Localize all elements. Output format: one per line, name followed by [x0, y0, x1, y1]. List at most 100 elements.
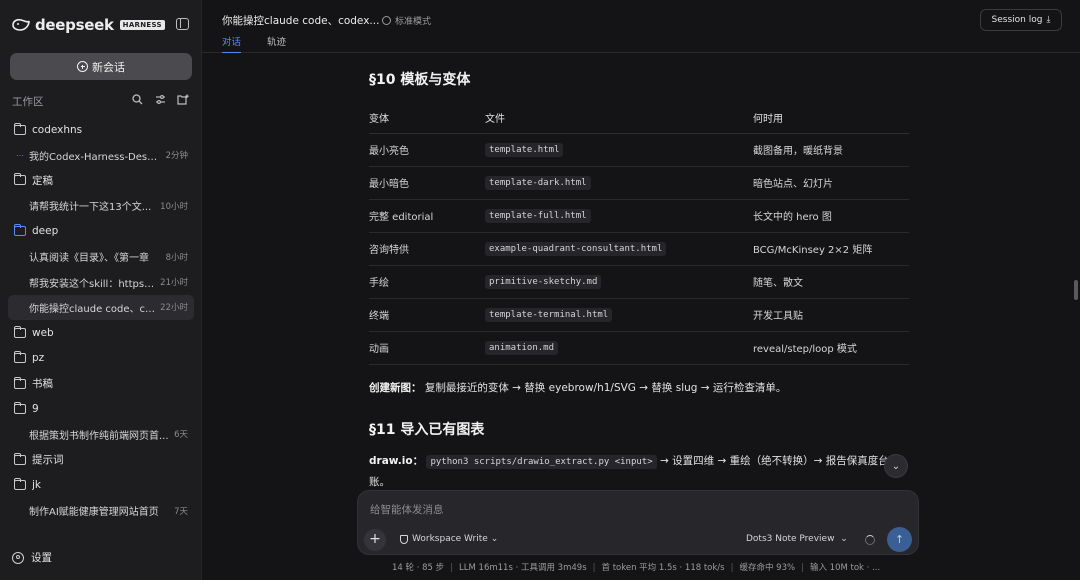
- folder-icon: [13, 122, 26, 135]
- status-separator: |: [450, 563, 454, 573]
- message-composer: + Workspace Write ⌄ Dots3 Note Preview ⌄…: [357, 490, 919, 555]
- message-input[interactable]: [370, 501, 890, 519]
- section-11-heading: §11 导入已有图表: [369, 421, 485, 438]
- scroll-to-bottom-button[interactable]: ⌄: [884, 454, 908, 478]
- sidebar-folder[interactable]: 定稿: [8, 168, 194, 193]
- status-bar: 14 轮 · 85 步 | LLM 16m11s · 工具调用 3m49s | 首 to…: [392, 561, 880, 573]
- table-cell: template-full.html: [485, 199, 753, 233]
- table-cell: 暗色站点、幻灯片: [753, 166, 909, 200]
- table-cell: example-quadrant-consultant.html: [485, 232, 753, 266]
- sidebar: deepseek HARNESS 新会话 工作区 codexhns ⋯ 我的Code…: [0, 0, 202, 580]
- table-header-row: 变体 文件 何时用: [369, 103, 909, 134]
- table-cell: 手绘: [369, 265, 485, 299]
- workspace-header: 工作区: [12, 94, 190, 108]
- sidebar-item-label: deep: [32, 225, 59, 238]
- table-row: 动画 animation.md reveal/step/loop 模式: [369, 331, 909, 365]
- table-cell: reveal/step/loop 模式: [753, 331, 909, 365]
- new-chat-button[interactable]: 新会话: [10, 53, 192, 80]
- tab-trajectory[interactable]: 轨迹: [267, 34, 286, 53]
- table-cell: 开发工具贴: [753, 298, 909, 332]
- mode-indicator[interactable]: 标准模式: [382, 14, 431, 27]
- sidebar-chat-item[interactable]: 请帮我统计一下这13个文... 10小时: [8, 193, 194, 218]
- table-cell: 随笔、散文: [753, 265, 909, 299]
- table-cell: template-terminal.html: [485, 298, 753, 332]
- status-item: 14 轮 · 85 步: [392, 563, 445, 573]
- scrollbar-thumb[interactable]: [1074, 280, 1078, 300]
- gear-icon: [12, 551, 24, 564]
- variants-table: 变体 文件 何时用 最小亮色 template.html 截图备用，暖纸背景 最小暗色…: [369, 103, 909, 365]
- conversation-title: 你能操控claude code、codex...: [222, 15, 380, 27]
- sidebar-item-label: 提示词: [32, 454, 64, 467]
- drawio-label: draw.io：: [369, 454, 424, 467]
- model-select[interactable]: Dots3 Note Preview ⌄: [746, 534, 848, 544]
- status-item: 输入 10M tok · ...: [809, 563, 881, 573]
- sidebar-item-label: 9: [32, 402, 39, 415]
- table-cell: 终端: [369, 298, 485, 332]
- sidebar-folder[interactable]: pz: [8, 346, 194, 371]
- column-header: 何时用: [753, 103, 909, 134]
- table-cell: template.html: [485, 133, 753, 167]
- sidebar-item-time: 8小时: [165, 252, 188, 263]
- sidebar-folder[interactable]: deep: [8, 219, 194, 244]
- new-folder-icon[interactable]: [176, 94, 190, 108]
- table-row: 完整 editorial template-full.html 长文中的 hero …: [369, 199, 909, 233]
- sidebar-item-label: 我的Codex-Harness-Desk...: [29, 151, 162, 163]
- folder-icon: [13, 376, 26, 389]
- main-area: 你能操控claude code、codex... 标准模式 对话 轨迹 Sess…: [202, 0, 1080, 580]
- sidebar-item-label: 你能操控claude code、co...: [29, 303, 157, 315]
- table-cell: 截图备用，暖纸背景: [753, 133, 909, 167]
- sidebar-item-time: 10小时: [160, 201, 188, 212]
- add-attachment-button[interactable]: +: [364, 529, 386, 551]
- sidebar-chat-item[interactable]: 你能操控claude code、co... 22小时: [8, 294, 194, 321]
- sidebar-item-label: 认真阅读《目录》、《第一章: [29, 253, 149, 265]
- workspace-permission-label: Workspace Write: [412, 534, 488, 544]
- drawio-command: python3 scripts/drawio_extract.py <input…: [426, 454, 657, 469]
- settings-button[interactable]: 设置: [12, 550, 52, 565]
- sidebar-chat-item[interactable]: ⋯ 我的Codex-Harness-Desk... 2分钟: [8, 142, 194, 167]
- tab-conversation[interactable]: 对话: [222, 34, 242, 53]
- send-button[interactable]: ↑: [887, 527, 912, 552]
- status-separator: |: [801, 563, 804, 573]
- table-row: 最小暗色 template-dark.html 暗色站点、幻灯片: [369, 166, 909, 200]
- view-tabs: 对话 轨迹: [222, 34, 312, 53]
- file-name-code: template-full.html: [485, 209, 591, 223]
- sidebar-folder[interactable]: jk: [8, 472, 194, 497]
- sidebar-folder[interactable]: 提示词: [8, 447, 194, 472]
- folder-icon: [13, 452, 26, 465]
- sidebar-chat-item[interactable]: 制作AI赋能健康管理网站首页 7天: [8, 498, 194, 523]
- file-name-code: template-terminal.html: [485, 308, 613, 322]
- sidebar-item-label: 定稿: [32, 174, 53, 187]
- sidebar-folder[interactable]: codexhns: [8, 117, 194, 142]
- sidebar-item-label: 书稿: [32, 378, 53, 391]
- create-new-figure-text: 复制最接近的变体 → 替换 eyebrow/h1/SVG → 替换 slug →…: [421, 381, 787, 394]
- table-cell: 咨询特供: [369, 232, 485, 266]
- sidebar-item-label: jk: [32, 479, 41, 492]
- sidebar-chat-item[interactable]: 根据策划书制作纯前端网页首... 6天: [8, 422, 194, 447]
- filter-icon[interactable]: [153, 94, 167, 108]
- search-icon[interactable]: [130, 94, 144, 108]
- status-separator: |: [730, 563, 734, 573]
- table-row: 手绘 primitive-sketchy.md 随笔、散文: [369, 265, 909, 299]
- logo[interactable]: deepseek HARNESS: [12, 14, 165, 36]
- folder-icon: [13, 351, 26, 364]
- sidebar-folder[interactable]: 9: [8, 396, 194, 421]
- file-name-code: primitive-sketchy.md: [485, 275, 602, 289]
- file-name-code: template.html: [485, 143, 564, 157]
- table-cell: primitive-sketchy.md: [485, 265, 753, 299]
- sidebar-item-label: 帮我安装这个skill：https:/...: [29, 278, 157, 290]
- session-log-button[interactable]: Session log ⤓: [980, 9, 1062, 31]
- sidebar-chat-item[interactable]: 认真阅读《目录》、《第一章 8小时: [8, 244, 194, 269]
- folder-icon: [13, 224, 26, 237]
- table-cell: 长文中的 hero 图: [753, 199, 909, 233]
- table-cell: 最小暗色: [369, 166, 485, 200]
- sidebar-folder[interactable]: web: [8, 320, 194, 345]
- chevron-down-icon: ⌄: [891, 460, 901, 472]
- workspace-permission-select[interactable]: Workspace Write ⌄: [400, 534, 498, 544]
- sidebar-folder[interactable]: 书稿: [8, 371, 194, 396]
- table-row: 终端 template-terminal.html 开发工具贴: [369, 298, 909, 332]
- file-name-code: animation.md: [485, 341, 559, 355]
- sidebar-toggle-icon[interactable]: [176, 18, 189, 30]
- sidebar-chat-item[interactable]: 帮我安装这个skill：https:/... 21小时: [8, 269, 194, 294]
- status-separator: |: [592, 563, 596, 573]
- sidebar-item-label: 请帮我统计一下这13个文...: [29, 202, 152, 214]
